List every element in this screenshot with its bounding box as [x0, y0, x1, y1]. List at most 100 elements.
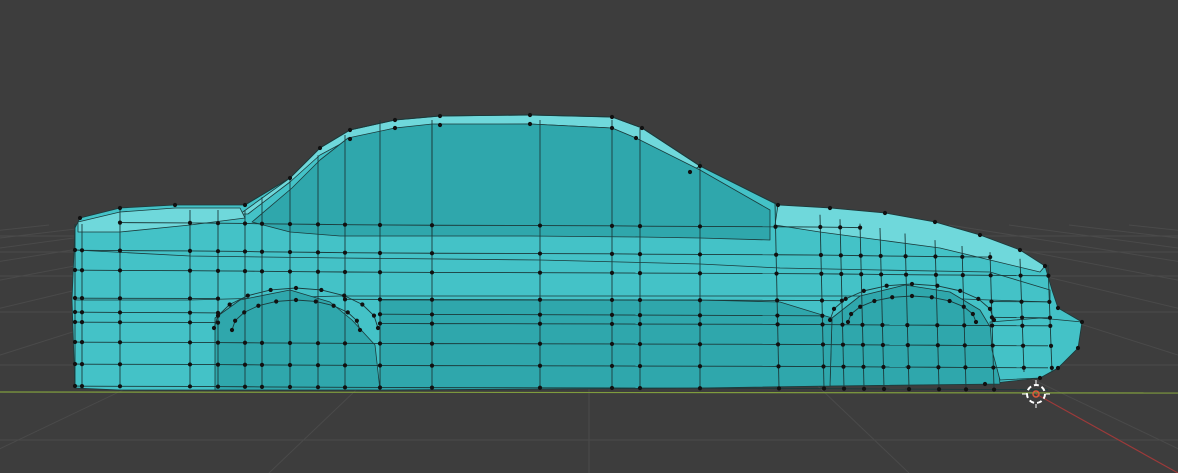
mesh-vertex[interactable] — [287, 384, 293, 390]
mesh-vertex[interactable] — [437, 113, 443, 119]
mesh-vertex[interactable] — [609, 114, 615, 120]
mesh-vertex[interactable] — [776, 364, 781, 369]
mesh-vertex[interactable] — [245, 293, 250, 298]
mesh-vertex[interactable] — [1020, 343, 1026, 348]
mesh-vertex[interactable] — [377, 312, 383, 317]
mesh-vertex[interactable] — [637, 271, 643, 276]
mesh-vertex[interactable] — [117, 310, 123, 315]
mesh-vertex[interactable] — [840, 322, 845, 327]
mesh-vertex[interactable] — [775, 342, 781, 347]
mesh-vertex[interactable] — [982, 381, 988, 387]
mesh-vertex[interactable] — [377, 341, 383, 346]
mesh-vertex[interactable] — [187, 362, 193, 367]
mesh-vertex[interactable] — [839, 298, 845, 303]
mesh-vertex[interactable] — [1019, 299, 1024, 304]
mesh-vertex[interactable] — [537, 321, 543, 326]
mesh-vertex[interactable] — [377, 222, 383, 228]
mesh-vertex[interactable] — [880, 322, 885, 328]
mesh-vertex[interactable] — [905, 343, 910, 348]
mesh-vertex[interactable] — [1046, 273, 1051, 278]
mesh-vertex[interactable] — [637, 341, 643, 347]
mesh-vertex[interactable] — [687, 169, 693, 175]
mesh-vertex[interactable] — [79, 362, 85, 367]
mesh-vertex[interactable] — [287, 249, 293, 255]
mesh-vertex[interactable] — [527, 112, 533, 118]
mesh-vertex[interactable] — [377, 321, 383, 326]
mesh-vertex[interactable] — [697, 163, 703, 169]
mesh-vertex[interactable] — [821, 364, 826, 369]
mesh-vertex[interactable] — [988, 255, 993, 260]
mesh-vertex[interactable] — [843, 296, 848, 301]
mesh-vertex[interactable] — [906, 365, 911, 370]
mesh-vertex[interactable] — [117, 384, 123, 389]
mesh-vertex[interactable] — [242, 221, 248, 226]
mesh-vertex[interactable] — [259, 384, 265, 389]
mesh-vertex[interactable] — [890, 295, 895, 300]
mesh-vertex[interactable] — [429, 270, 435, 275]
mesh-vertex[interactable] — [849, 311, 854, 317]
mesh-vertex[interactable] — [774, 271, 779, 276]
mesh-vertex[interactable] — [697, 252, 703, 257]
mesh-vertex[interactable] — [776, 386, 782, 391]
mesh-vertex[interactable] — [960, 254, 965, 259]
mesh-vertex[interactable] — [345, 310, 350, 315]
mesh-vertex[interactable] — [215, 320, 221, 325]
mesh-vertex[interactable] — [242, 202, 248, 208]
mesh-vertex[interactable] — [187, 310, 193, 315]
mesh-vertex[interactable] — [961, 304, 966, 309]
mesh-vertex[interactable] — [79, 320, 85, 325]
mesh-vertex[interactable] — [117, 296, 123, 301]
mesh-vertex[interactable] — [991, 365, 996, 370]
mesh-vertex[interactable] — [537, 312, 543, 317]
mesh-vertex[interactable] — [697, 271, 703, 276]
mesh-vertex[interactable] — [537, 385, 543, 390]
mesh-vertex[interactable] — [1079, 319, 1085, 325]
mesh-vertex[interactable] — [1017, 247, 1023, 253]
mesh-vertex[interactable] — [1047, 315, 1053, 320]
mesh-vertex[interactable] — [962, 343, 967, 348]
mesh-vertex[interactable] — [775, 322, 780, 327]
mesh-vertex[interactable] — [79, 268, 85, 273]
mesh-vertex[interactable] — [211, 325, 217, 331]
mesh-vertex[interactable] — [117, 340, 123, 345]
mesh-vertex[interactable] — [697, 322, 703, 327]
mesh-vertex[interactable] — [377, 363, 383, 368]
mesh-vertex[interactable] — [637, 313, 643, 318]
mesh-vertex[interactable] — [287, 269, 293, 274]
mesh-vertex[interactable] — [609, 251, 615, 256]
mesh-vertex[interactable] — [989, 315, 995, 320]
mesh-vertex[interactable] — [259, 362, 265, 367]
mesh-vertex[interactable] — [287, 221, 293, 227]
mesh-vertex[interactable] — [909, 281, 915, 287]
mesh-vertex[interactable] — [79, 296, 85, 301]
mesh-vertex[interactable] — [313, 299, 318, 304]
mesh-vertex[interactable] — [315, 250, 321, 255]
mesh-vertex[interactable] — [861, 288, 866, 293]
mesh-vertex[interactable] — [973, 319, 979, 325]
mesh-vertex[interactable] — [884, 283, 889, 288]
3d-viewport[interactable] — [0, 0, 1178, 473]
mesh-vertex[interactable] — [881, 386, 887, 392]
mesh-vertex[interactable] — [820, 313, 825, 318]
mesh-vertex[interactable] — [962, 323, 967, 328]
mesh-vertex[interactable] — [274, 299, 279, 304]
mesh-vertex[interactable] — [537, 270, 543, 275]
mesh-vertex[interactable] — [1048, 323, 1053, 328]
mesh-vertex[interactable] — [117, 362, 123, 367]
mesh-vertex[interactable] — [929, 295, 934, 300]
mesh-vertex[interactable] — [881, 364, 886, 370]
mesh-vertex[interactable] — [857, 225, 863, 230]
mesh-vertex[interactable] — [827, 317, 833, 323]
mesh-vertex[interactable] — [1019, 315, 1025, 320]
mesh-vertex[interactable] — [858, 304, 863, 309]
mesh-vertex[interactable] — [818, 224, 823, 230]
mesh-vertex[interactable] — [79, 310, 85, 315]
mesh-vertex[interactable] — [1018, 273, 1023, 278]
mesh-vertex[interactable] — [429, 312, 435, 317]
mesh-vertex[interactable] — [342, 250, 348, 255]
mesh-vertex[interactable] — [839, 271, 844, 277]
side-window-face[interactable] — [431, 123, 771, 241]
mesh-vertex[interactable] — [187, 340, 193, 345]
mesh-vertex[interactable] — [360, 302, 365, 307]
car-mesh[interactable] — [71, 112, 1085, 392]
